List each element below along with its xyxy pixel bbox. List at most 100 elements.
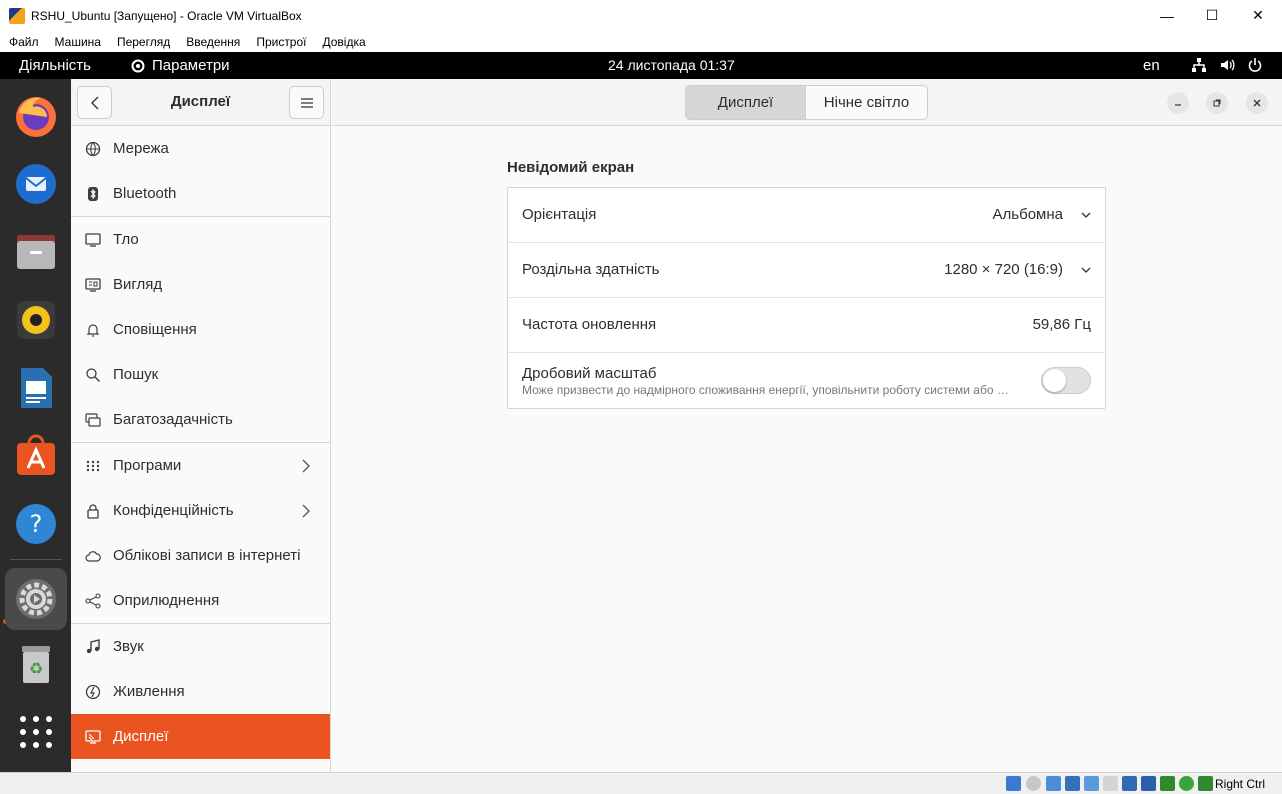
recording-icon[interactable] xyxy=(1141,776,1156,791)
multitasking-icon xyxy=(85,412,101,428)
sidebar-item-background[interactable]: Тло xyxy=(71,217,330,262)
show-apps-icon[interactable] xyxy=(8,704,64,760)
cloud-icon xyxy=(85,548,101,564)
sidebar-item-label: Bluetooth xyxy=(113,185,177,202)
clock[interactable]: 24 листопада 01:37 xyxy=(608,57,735,73)
sidebar-item-label: Живлення xyxy=(113,683,185,700)
volume-icon[interactable] xyxy=(1218,56,1236,74)
monitor-name: Невідомий екран xyxy=(507,159,635,176)
app-menu-button[interactable]: Параметри xyxy=(130,57,230,74)
fractional-scale-row: Дробовий масштаб Може призвести до надмі… xyxy=(508,353,1105,408)
settings-icon[interactable] xyxy=(5,568,67,630)
bell-icon xyxy=(85,322,101,338)
refresh-rate-row: Частота оновлення 59,86 Гц xyxy=(508,298,1105,353)
hamburger-icon xyxy=(300,97,313,108)
sidebar-item-notifications[interactable]: Сповіщення xyxy=(71,307,330,352)
toggle-knob xyxy=(1043,369,1066,392)
resolution-value: 1280 × 720 (16:9) xyxy=(944,261,1063,278)
network-icon[interactable] xyxy=(1190,56,1208,74)
chevron-right-icon xyxy=(302,504,310,517)
chevron-right-icon xyxy=(302,459,310,472)
close-button[interactable]: ✕ xyxy=(1235,0,1281,31)
maximize-button[interactable]: ☐ xyxy=(1189,0,1235,31)
dock-separator xyxy=(10,559,62,560)
software-icon[interactable] xyxy=(8,428,64,484)
firefox-icon[interactable] xyxy=(8,88,64,144)
host-menu-bar: Файл Машина Перегляд Введення Пристрої Д… xyxy=(0,31,1282,52)
minimize-button[interactable]: — xyxy=(1144,0,1190,31)
lock-icon xyxy=(85,503,101,519)
guest-additions-icon[interactable] xyxy=(1179,776,1194,791)
trash-icon[interactable]: ♻ xyxy=(8,636,64,692)
gear-icon xyxy=(131,59,145,72)
window-restore-button[interactable] xyxy=(1206,92,1228,114)
hard-disk-icon[interactable] xyxy=(1006,776,1021,791)
tab-night-light[interactable]: Нічне світло xyxy=(806,86,927,119)
tab-displays[interactable]: Дисплеї xyxy=(686,86,806,119)
sidebar-item-multitasking[interactable]: Багатозадачність xyxy=(71,397,330,442)
sidebar-item-displays[interactable]: Дисплеї xyxy=(71,714,330,759)
sidebar-item-bluetooth[interactable]: Bluetooth xyxy=(71,171,330,216)
fractional-scale-description: Може призвести до надмірного споживання … xyxy=(522,383,1009,397)
sidebar-item-sound[interactable]: Звук xyxy=(71,624,330,669)
apps-grid-icon xyxy=(85,458,101,474)
menu-button[interactable] xyxy=(289,86,324,119)
menu-devices[interactable]: Пристрої xyxy=(256,35,306,49)
menu-view[interactable]: Перегляд xyxy=(117,35,170,49)
menu-machine[interactable]: Машина xyxy=(55,35,101,49)
rhythmbox-icon[interactable] xyxy=(8,292,64,348)
sidebar-header: Дисплеї xyxy=(71,79,330,126)
window-minimize-button[interactable] xyxy=(1167,92,1189,114)
mouse-integration-icon[interactable] xyxy=(1198,776,1213,791)
sidebar-item-network[interactable]: Мережа xyxy=(71,126,330,171)
optical-drive-icon[interactable] xyxy=(1026,776,1041,791)
sidebar-item-label: Тло xyxy=(113,231,139,248)
menu-file[interactable]: Файл xyxy=(9,35,39,49)
fractional-scale-toggle[interactable] xyxy=(1041,367,1091,394)
keyboard-layout-indicator[interactable]: en xyxy=(1143,57,1160,74)
orientation-label: Орієнтація xyxy=(522,206,597,223)
host-key-label: Right Ctrl xyxy=(1215,777,1266,791)
sidebar-item-online-accounts[interactable]: Облікові записи в інтернеті xyxy=(71,533,330,578)
power-icon[interactable] xyxy=(1246,56,1264,74)
fractional-scale-label: Дробовий масштаб xyxy=(522,365,657,382)
sidebar-item-label: Багатозадачність xyxy=(113,411,233,428)
files-icon[interactable] xyxy=(8,224,64,280)
shared-folders-icon[interactable] xyxy=(1103,776,1118,791)
orientation-row[interactable]: Орієнтація Альбомна xyxy=(508,188,1105,243)
usb-icon[interactable] xyxy=(1084,776,1099,791)
sidebar-item-label: Програми xyxy=(113,457,182,474)
display-icon[interactable] xyxy=(1122,776,1137,791)
host-window-title: RSHU_Ubuntu [Запущено] - Oracle VM Virtu… xyxy=(31,8,302,23)
window-close-button[interactable] xyxy=(1246,92,1268,114)
sidebar-item-sharing[interactable]: Оприлюднення xyxy=(71,578,330,623)
resolution-row[interactable]: Роздільна здатність 1280 × 720 (16:9) xyxy=(508,243,1105,298)
audio-icon[interactable] xyxy=(1046,776,1061,791)
svg-text:♻: ♻ xyxy=(29,659,43,678)
thunderbird-icon[interactable] xyxy=(8,156,64,212)
network-adapter-icon[interactable] xyxy=(1065,776,1080,791)
gnome-top-bar: Діяльність Параметри 24 листопада 01:37 … xyxy=(0,52,1282,79)
displays-panel: Невідомий екран Орієнтація Альбомна Розд… xyxy=(332,126,1282,772)
sidebar-item-privacy[interactable]: Конфіденційність xyxy=(71,488,330,533)
guest-display: Діяльність Параметри 24 листопада 01:37 … xyxy=(0,52,1282,772)
sidebar-item-label: Звук xyxy=(113,638,144,655)
orientation-value: Альбомна xyxy=(992,206,1063,223)
menu-help[interactable]: Довідка xyxy=(323,35,366,49)
sidebar-item-search[interactable]: Пошук xyxy=(71,352,330,397)
share-icon xyxy=(85,592,101,609)
writer-icon[interactable] xyxy=(8,360,64,416)
sidebar-item-power[interactable]: Живлення xyxy=(71,669,330,714)
cpu-icon[interactable] xyxy=(1160,776,1175,791)
help-icon[interactable]: ? xyxy=(8,496,64,552)
virtualbox-icon xyxy=(9,7,25,24)
sidebar-item-appearance[interactable]: Вигляд xyxy=(71,262,330,307)
resolution-label: Роздільна здатність xyxy=(522,261,660,278)
activities-button[interactable]: Діяльність xyxy=(19,57,91,74)
display-settings-list: Орієнтація Альбомна Роздільна здатність … xyxy=(507,187,1106,409)
menu-input[interactable]: Введення xyxy=(186,35,240,49)
sidebar-item-apps[interactable]: Програми xyxy=(71,443,330,488)
host-title-bar: RSHU_Ubuntu [Запущено] - Oracle VM Virtu… xyxy=(0,0,1282,31)
sidebar-item-label: Конфіденційність xyxy=(113,502,234,519)
content-header: Дисплеї Нічне світло xyxy=(332,79,1282,126)
